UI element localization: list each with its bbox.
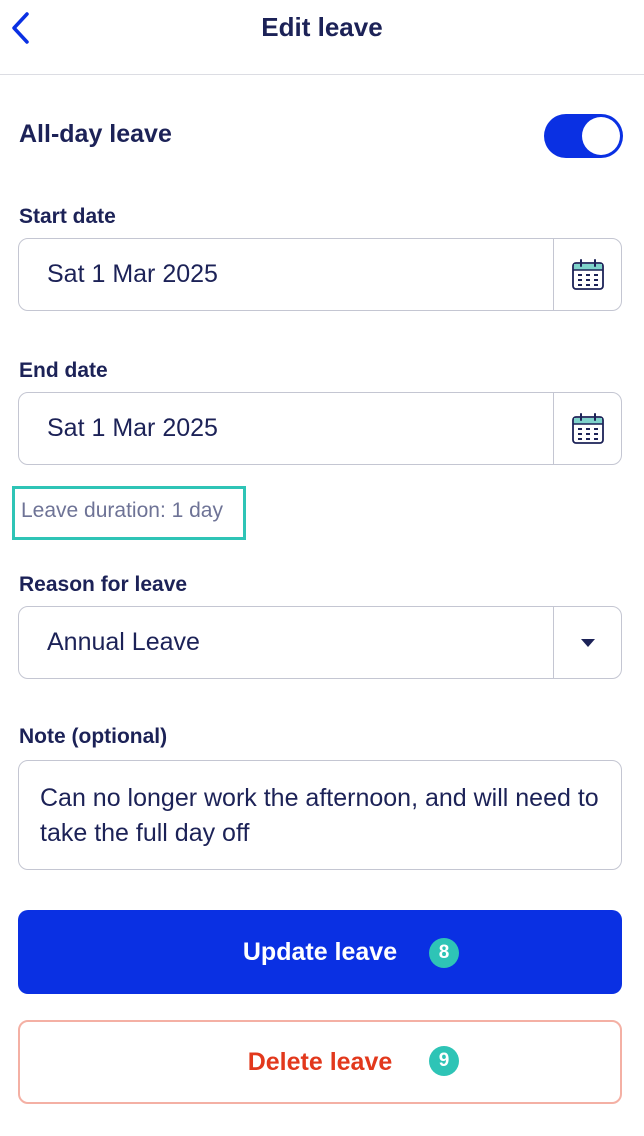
reason-value: Annual Leave — [47, 628, 200, 656]
reason-select[interactable]: Annual Leave — [18, 606, 622, 679]
start-date-label: Start date — [19, 205, 116, 228]
all-day-label: All-day leave — [19, 120, 172, 148]
end-date-label: End date — [19, 359, 108, 382]
note-textarea[interactable]: Can no longer work the afternoon, and wi… — [18, 760, 622, 870]
delete-leave-label: Delete leave — [247, 1047, 393, 1076]
start-date-value: Sat 1 Mar 2025 — [47, 260, 218, 288]
update-leave-button[interactable]: Update leave 8 — [18, 910, 622, 994]
page-title: Edit leave — [261, 12, 383, 42]
note-text: Can no longer work the afternoon, and wi… — [40, 784, 599, 847]
reason-dropdown-button[interactable] — [553, 607, 621, 678]
calendar-icon — [571, 412, 604, 444]
end-date-field[interactable]: Sat 1 Mar 2025 — [18, 392, 622, 465]
step-badge-9: 9 — [429, 1046, 459, 1076]
leave-duration-highlight: Leave duration: 1 day — [12, 486, 246, 540]
toggle-knob — [582, 117, 620, 155]
reason-label: Reason for leave — [19, 573, 188, 596]
caret-down-icon — [580, 638, 595, 647]
start-date-calendar-button[interactable] — [553, 239, 621, 310]
calendar-icon — [571, 258, 604, 290]
leave-duration-text: Leave duration: 1 day — [21, 499, 223, 522]
note-label: Note (optional) — [19, 725, 168, 748]
end-date-value: Sat 1 Mar 2025 — [47, 414, 218, 442]
step-badge-8: 8 — [429, 938, 459, 968]
all-day-toggle[interactable] — [544, 114, 623, 158]
update-leave-label: Update leave — [242, 937, 398, 966]
delete-leave-button[interactable]: Delete leave 9 — [18, 1020, 622, 1104]
end-date-calendar-button[interactable] — [553, 393, 621, 464]
header: Edit leave — [0, 0, 644, 75]
start-date-field[interactable]: Sat 1 Mar 2025 — [18, 238, 622, 311]
